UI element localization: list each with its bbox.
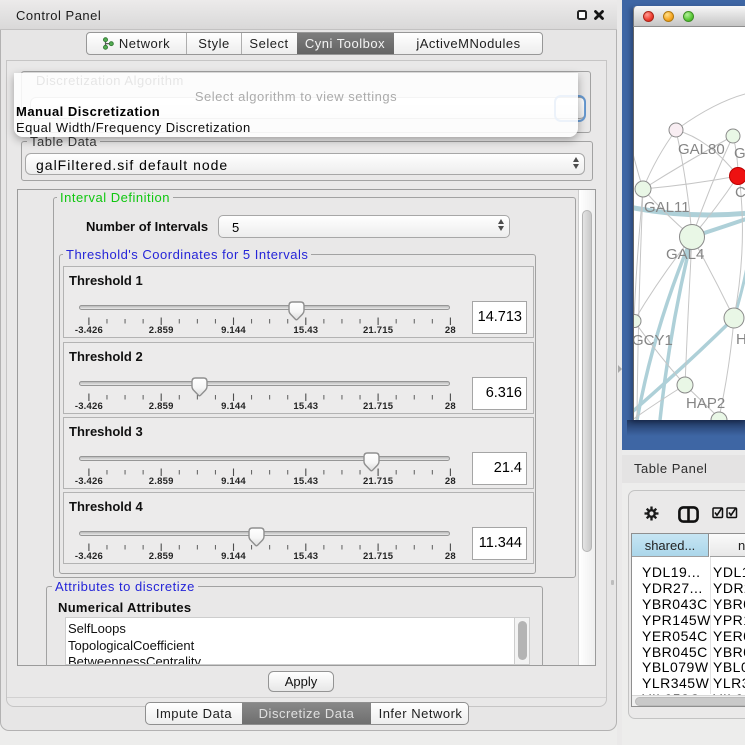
svg-text:GAL11: GAL11 <box>644 199 690 216</box>
svg-text:HAP2: HAP2 <box>686 395 725 412</box>
svg-text:GAL80: GAL80 <box>678 141 725 158</box>
svg-text:H: H <box>736 331 745 348</box>
svg-text:GCY1: GCY1 <box>634 332 673 349</box>
svg-text:G.: G. <box>734 145 745 162</box>
svg-text:C: C <box>735 184 745 201</box>
svg-text:GAL4: GAL4 <box>666 246 704 263</box>
